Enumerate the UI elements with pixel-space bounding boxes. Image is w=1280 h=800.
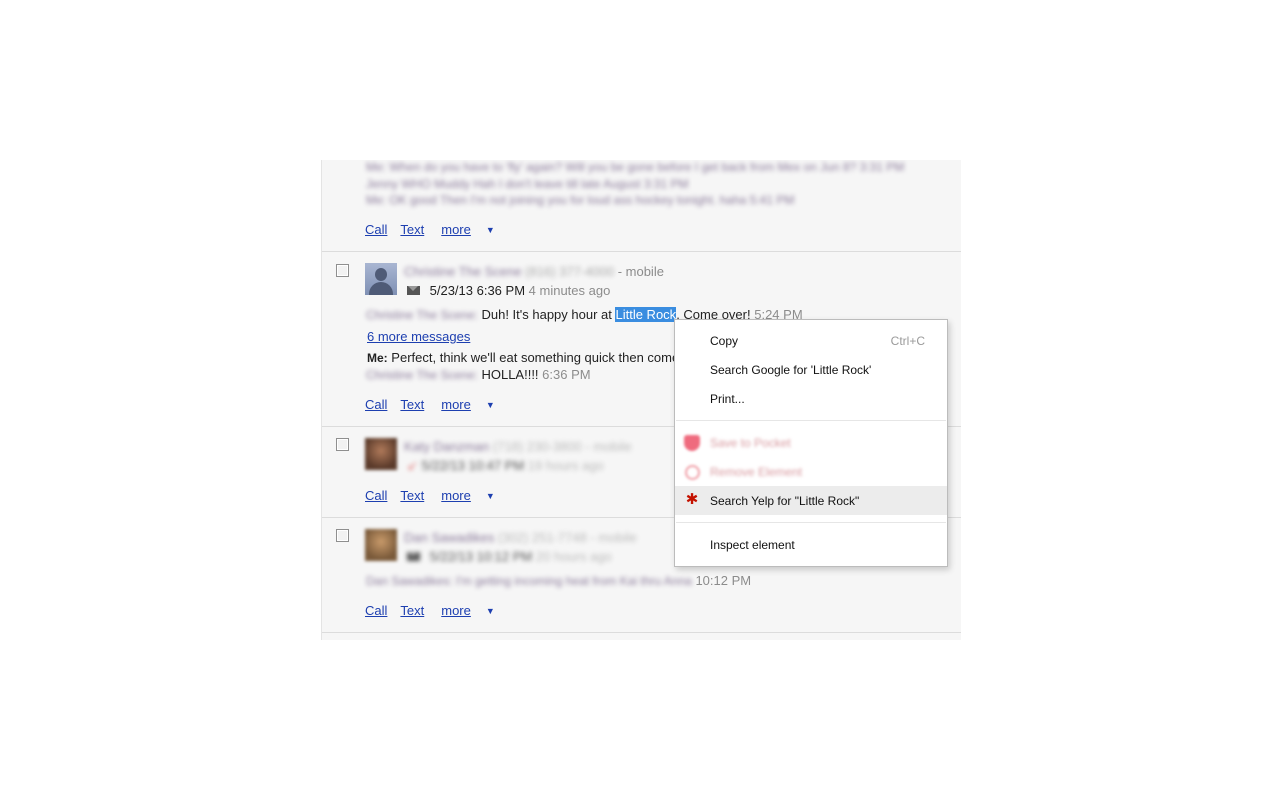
text-link[interactable]: Text bbox=[400, 603, 424, 618]
text-link[interactable]: Text bbox=[400, 397, 424, 412]
message-time: 10:12 PM bbox=[695, 573, 752, 588]
chevron-down-icon[interactable]: ▼ bbox=[486, 606, 495, 616]
message-sender: Christine The Scene: bbox=[366, 368, 478, 382]
avatar[interactable] bbox=[365, 438, 397, 470]
person-body-shape bbox=[369, 282, 393, 295]
chevron-down-icon[interactable]: ▼ bbox=[486, 491, 495, 501]
menu-item-print[interactable]: Print... bbox=[675, 384, 947, 413]
menu-item-label: Inspect element bbox=[710, 537, 795, 552]
contact-header: Katy Danzman (718) 230-3800 - mobile bbox=[404, 439, 632, 454]
reply-message: HOLLA!!!! bbox=[481, 367, 539, 382]
menu-item-label: Search Google for 'Little Rock' bbox=[710, 362, 872, 377]
timestamp: 5/22/13 10:47 PM bbox=[421, 458, 525, 473]
message-line: Me: When do you have to 'fly' again? Wil… bbox=[366, 160, 905, 174]
menu-item-label: Search Yelp for "Little Rock" bbox=[710, 493, 860, 508]
relative-time: 4 minutes ago bbox=[528, 283, 611, 298]
message-line: Me: Perfect, think we'll eat something q… bbox=[367, 350, 679, 365]
more-messages-link[interactable]: 6 more messages bbox=[367, 329, 470, 344]
conversation-actions: Call Text more ▼ bbox=[365, 397, 495, 412]
menu-item-label: Copy bbox=[710, 333, 739, 348]
menu-item-search-yelp[interactable]: ✱ Search Yelp for "Little Rock" bbox=[675, 486, 947, 515]
contact-header: Christine The Scene (816) 377-4000 - mob… bbox=[404, 264, 664, 279]
call-link[interactable]: Call bbox=[365, 488, 387, 503]
relative-time: 20 hours ago bbox=[535, 549, 612, 564]
chevron-down-icon[interactable]: ▼ bbox=[486, 400, 495, 410]
message-time: 6:36 PM bbox=[542, 367, 591, 382]
menu-item-shortcut: Ctrl+C bbox=[890, 333, 925, 348]
more-link[interactable]: more bbox=[441, 603, 471, 618]
message-line: Me: OK good Then I'm not joining you for… bbox=[366, 193, 795, 207]
divider bbox=[322, 632, 961, 633]
contact-phone: (816) 377-4000 bbox=[525, 264, 615, 279]
menu-item-save-to-pocket[interactable]: Save to Pocket bbox=[675, 428, 947, 457]
conversation-actions: Call Text more ▼ bbox=[365, 488, 495, 503]
conversation-actions: Call Text more ▼ bbox=[365, 603, 495, 618]
menu-item-copy[interactable]: Copy Ctrl+C bbox=[675, 326, 947, 355]
contact-header: Dan Sawadikes (302) 251-7748 - mobile bbox=[404, 530, 637, 545]
selected-text[interactable]: Little Rock bbox=[615, 307, 677, 322]
menu-separator bbox=[676, 420, 946, 421]
me-label: Me: bbox=[367, 351, 388, 365]
menu-item-inspect-element[interactable]: Inspect element bbox=[675, 530, 947, 559]
pocket-icon bbox=[684, 435, 700, 451]
timestamp-row: ↙ 5/22/13 10:47 PM 19 hours ago bbox=[407, 458, 604, 474]
timestamp: 5/23/13 6:36 PM bbox=[429, 283, 526, 298]
message-text-before: Duh! It's happy hour at bbox=[481, 307, 616, 322]
yelp-icon: ✱ bbox=[685, 491, 699, 508]
chevron-down-icon[interactable]: ▼ bbox=[486, 225, 495, 235]
timestamp-row: 5/23/13 6:36 PM 4 minutes ago bbox=[407, 283, 610, 298]
text-link[interactable]: Text bbox=[400, 222, 424, 237]
envelope-icon bbox=[407, 552, 420, 561]
menu-item-search-google[interactable]: Search Google for 'Little Rock' bbox=[675, 355, 947, 384]
menu-item-label: Remove Element bbox=[710, 464, 803, 479]
call-link[interactable]: Call bbox=[365, 222, 387, 237]
contact-name[interactable]: Christine The Scene bbox=[404, 264, 522, 279]
envelope-icon bbox=[407, 286, 420, 295]
text-link[interactable]: Text bbox=[400, 488, 424, 503]
timestamp: 5/22/13 10:12 PM bbox=[429, 549, 533, 564]
person-head-shape bbox=[375, 268, 387, 281]
phone-type: - mobile bbox=[590, 530, 637, 545]
menu-item-label: Print... bbox=[710, 391, 745, 406]
select-checkbox[interactable] bbox=[336, 529, 349, 542]
menu-item-label: Save to Pocket bbox=[710, 435, 791, 450]
menu-item-remove-element[interactable]: Remove Element bbox=[675, 457, 947, 486]
message-text: Dan Sawadikes: I'm getting incoming heat… bbox=[366, 574, 692, 588]
divider bbox=[322, 251, 961, 252]
contact-phone: (718) 230-3800 bbox=[492, 439, 582, 454]
contact-phone: (302) 251-7748 bbox=[497, 530, 587, 545]
call-link[interactable]: Call bbox=[365, 603, 387, 618]
message-line: Jenny WHO Muddy Hah I don't leave till l… bbox=[366, 177, 689, 191]
more-link[interactable]: more bbox=[441, 222, 471, 237]
message-line: Dan Sawadikes: I'm getting incoming heat… bbox=[366, 573, 751, 588]
remove-icon bbox=[685, 465, 700, 480]
contact-name[interactable]: Katy Danzman bbox=[404, 439, 489, 454]
more-link[interactable]: more bbox=[441, 488, 471, 503]
phone-type: - mobile bbox=[585, 439, 632, 454]
me-message: Perfect, think we'll eat something quick… bbox=[391, 350, 680, 365]
avatar[interactable] bbox=[365, 263, 397, 295]
message-line: Christine The Scene: HOLLA!!!! 6:36 PM bbox=[366, 367, 591, 382]
timestamp-row: 5/22/13 10:12 PM 20 hours ago bbox=[407, 549, 612, 564]
context-menu: Copy Ctrl+C Search Google for 'Little Ro… bbox=[674, 319, 948, 567]
phone-type: - mobile bbox=[617, 264, 664, 279]
select-checkbox[interactable] bbox=[336, 264, 349, 277]
more-link[interactable]: more bbox=[441, 397, 471, 412]
missed-call-icon: ↙ bbox=[407, 458, 418, 473]
relative-time: 19 hours ago bbox=[527, 458, 604, 473]
contact-name[interactable]: Dan Sawadikes bbox=[404, 530, 494, 545]
avatar[interactable] bbox=[365, 529, 397, 561]
more-messages-text[interactable]: 6 more messages bbox=[367, 329, 470, 344]
menu-separator bbox=[676, 522, 946, 523]
message-sender: Christine The Scene: bbox=[366, 308, 478, 322]
conversation-actions: Call Text more ▼ bbox=[365, 222, 495, 237]
select-checkbox[interactable] bbox=[336, 438, 349, 451]
call-link[interactable]: Call bbox=[365, 397, 387, 412]
